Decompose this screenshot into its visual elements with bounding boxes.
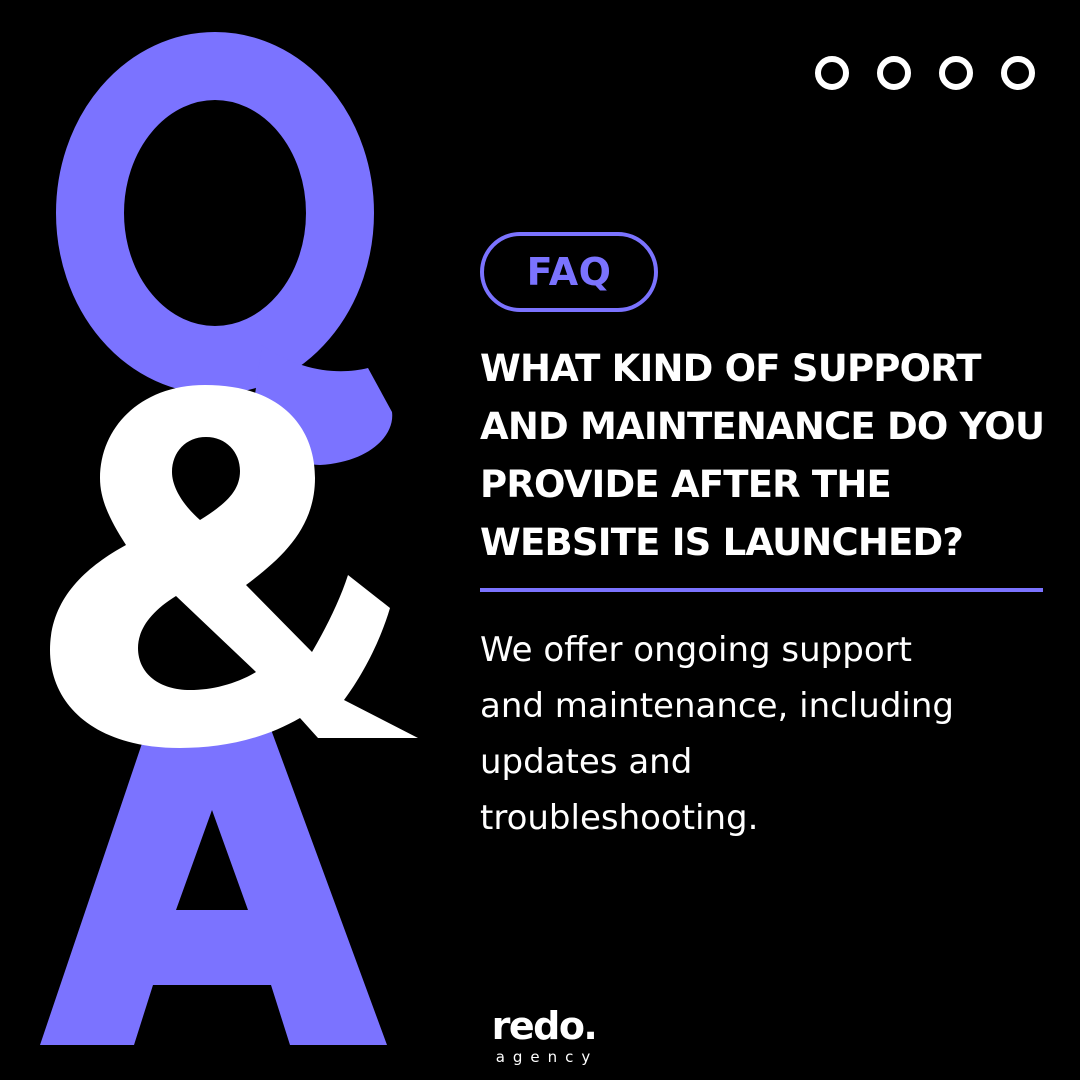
answer-line: and maintenance, including bbox=[480, 686, 954, 726]
answer-line: We offer ongoing support bbox=[480, 630, 912, 670]
pagination-dot bbox=[1001, 56, 1035, 90]
question-heading: WHAT KIND OF SUPPORT AND MAINTENANCE DO … bbox=[480, 340, 1070, 572]
faq-badge: FAQ bbox=[480, 232, 658, 312]
a-letter bbox=[40, 705, 387, 1045]
question-line: PROVIDE AFTER THE bbox=[480, 463, 892, 506]
faq-post: FAQ WHAT KIND OF SUPPORT AND MAINTENANCE… bbox=[0, 0, 1080, 1080]
pagination-dot bbox=[939, 56, 973, 90]
pagination-dot bbox=[815, 56, 849, 90]
pagination-dots bbox=[815, 56, 1035, 90]
question-line: WEBSITE IS LAUNCHED? bbox=[480, 521, 964, 564]
answer-line: updates and bbox=[480, 742, 693, 782]
brand-logo: redo. agency bbox=[474, 1006, 614, 1068]
question-line: WHAT KIND OF SUPPORT bbox=[480, 347, 982, 390]
divider bbox=[480, 588, 1043, 592]
logo-subtitle: agency bbox=[495, 1048, 599, 1066]
answer-text: We offer ongoing support and maintenance… bbox=[480, 622, 1060, 846]
pagination-dot bbox=[877, 56, 911, 90]
q-and-a-graphic bbox=[40, 32, 418, 1045]
question-line: AND MAINTENANCE DO YOU bbox=[480, 405, 1045, 448]
answer-line: troubleshooting. bbox=[480, 798, 759, 838]
faq-badge-label: FAQ bbox=[526, 250, 612, 294]
logo-wordmark: redo. bbox=[491, 1004, 598, 1048]
